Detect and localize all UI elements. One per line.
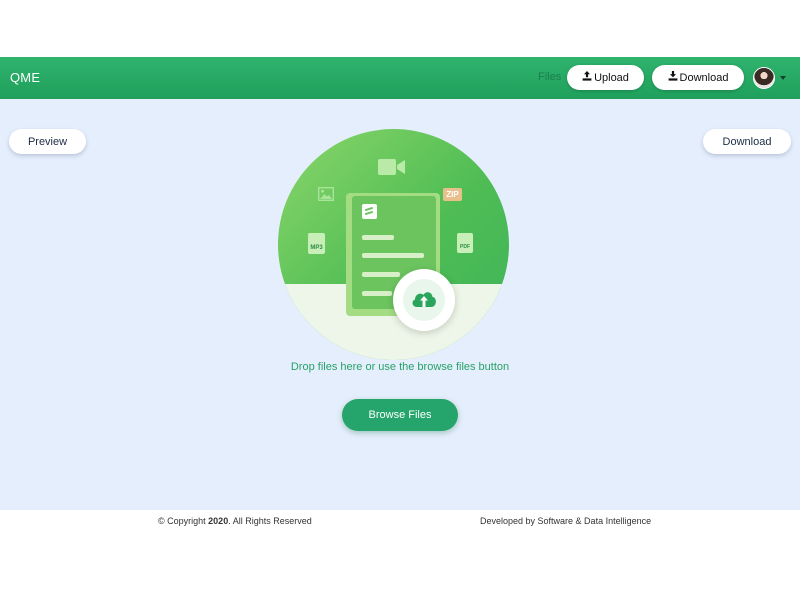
zip-file-label: ZIP [446,190,459,199]
copyright-year: 2020 [208,516,229,526]
pdf-file-icon: PDF [457,233,473,253]
brand-logo[interactable]: QME [10,70,40,85]
image-icon [318,187,334,201]
mp3-file-label: MP3 [310,245,323,251]
upload-illustration: ZIP MP3 PDF [278,129,509,360]
video-camera-icon [378,159,405,175]
nav-link-files[interactable]: Files [538,71,561,83]
upload-icon [582,71,592,84]
chevron-down-icon[interactable] [780,76,786,80]
document-line [362,272,400,277]
main-content: Preview Download ZIP MP3 PDF Drop files … [0,99,800,510]
download-side-button[interactable]: Download [703,129,791,154]
preview-button[interactable]: Preview [9,129,86,154]
cloud-upload-icon [412,292,436,307]
download-icon [668,71,678,84]
download-button[interactable]: Download [652,65,744,90]
top-navbar: QME Files Upload Download [0,57,800,99]
mp3-file-icon: MP3 [308,233,325,254]
pdf-file-label: PDF [460,244,470,250]
copyright-suffix: . All Rights Reserved [228,516,312,526]
copyright-prefix: © Copyright [158,516,206,526]
cloud-upload-badge [393,269,455,331]
download-button-label: Download [679,71,729,84]
document-line [362,235,394,240]
document-line [362,253,424,258]
footer-developed-by: Developed by Software & Data Intelligenc… [480,516,652,526]
upload-button-label: Upload [594,71,629,84]
upload-button[interactable]: Upload [567,65,644,90]
footer-copyright: © Copyright 2020. All Rights Reserved [158,516,312,526]
document-line [362,291,392,296]
browse-files-button[interactable]: Browse Files [342,399,458,431]
zip-file-icon: ZIP [443,188,462,201]
drop-instructions: Drop files here or use the browse files … [290,361,510,373]
user-avatar[interactable] [753,67,775,89]
document-badge [362,204,377,219]
